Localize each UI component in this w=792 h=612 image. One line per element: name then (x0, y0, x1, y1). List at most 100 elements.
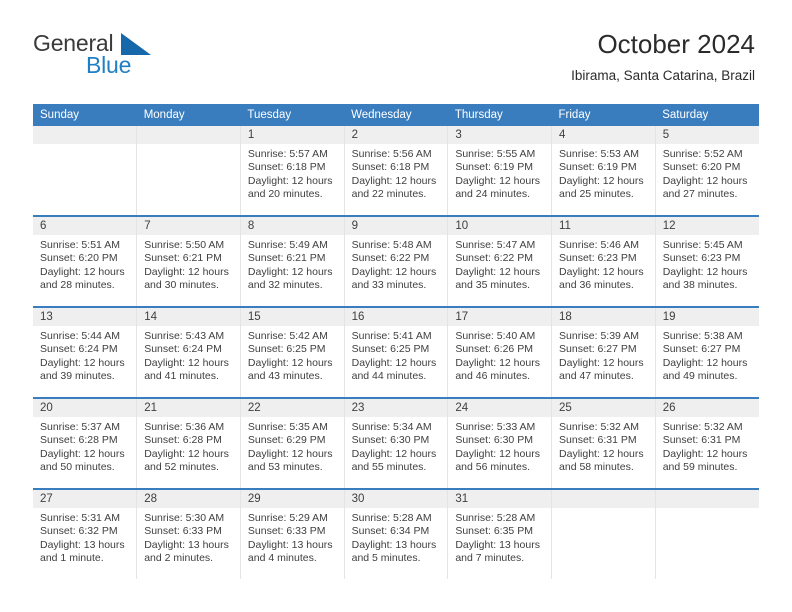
sunset-text: Sunset: 6:31 PM (662, 434, 741, 447)
sunrise-text: Sunrise: 5:51 AM (40, 239, 120, 251)
daylight-text-line1: Daylight: 12 hours (559, 174, 644, 187)
calendar-day-cell[interactable]: 31 Sunrise: 5:28 AM Sunset: 6:35 PM Dayligh… (447, 488, 553, 579)
generalblue-logo[interactable]: General Blue (33, 30, 223, 82)
calendar-week-row: 13 Sunrise: 5:44 AM Sunset: 6:24 PM Dayligh… (33, 306, 759, 398)
sunset-text: Sunset: 6:20 PM (662, 161, 741, 174)
calendar-day-cell[interactable]: 28 Sunrise: 5:30 AM Sunset: 6:33 PM Dayligh… (136, 488, 241, 579)
calendar-day-cell[interactable]: 6 Sunrise: 5:51 AM Sunset: 6:20 PM Daylight… (33, 215, 138, 307)
day-info (137, 144, 240, 215)
calendar-week-row: 6 Sunrise: 5:51 AM Sunset: 6:20 PM Daylight… (33, 215, 759, 307)
calendar-day-cell[interactable]: 1 Sunrise: 5:57 AM Sunset: 6:18 PM Daylight… (240, 126, 345, 216)
day-info: Sunrise: 5:57 AM Sunset: 6:18 PM Daylight:… (241, 144, 344, 215)
calendar-day-cell[interactable]: 2 Sunrise: 5:56 AM Sunset: 6:18 PM Daylight… (344, 126, 449, 216)
sunrise-text: Sunrise: 5:32 AM (559, 421, 639, 433)
sunset-text: Sunset: 6:28 PM (40, 434, 118, 447)
sunrise-text: Sunrise: 5:52 AM (662, 148, 743, 160)
daylight-text-line1: Daylight: 12 hours (351, 265, 437, 278)
sunset-text: Sunset: 6:27 PM (559, 343, 637, 356)
sunset-text: Sunset: 6:32 PM (40, 525, 118, 538)
weekday-header-wednesday: Wednesday (344, 104, 448, 126)
calendar-day-cell[interactable]: 16 Sunrise: 5:41 AM Sunset: 6:25 PM Dayligh… (344, 306, 449, 398)
calendar-day-cell[interactable]: 20 Sunrise: 5:37 AM Sunset: 6:28 PM Dayligh… (33, 397, 138, 489)
sunset-text: Sunset: 6:24 PM (40, 343, 118, 356)
day-number (655, 490, 759, 508)
sunset-text: Sunset: 6:25 PM (351, 343, 430, 356)
daylight-text-line1: Daylight: 13 hours (351, 538, 437, 551)
daylight-text-line2: and 50 minutes. (40, 461, 115, 474)
sunrise-text: Sunrise: 5:44 AM (40, 330, 120, 342)
calendar-day-cell[interactable]: 13 Sunrise: 5:44 AM Sunset: 6:24 PM Dayligh… (33, 306, 138, 398)
calendar-day-cell[interactable]: 29 Sunrise: 5:29 AM Sunset: 6:33 PM Dayligh… (240, 488, 345, 579)
day-number: 11 (552, 217, 655, 235)
sunrise-text: Sunrise: 5:36 AM (144, 421, 225, 433)
sunrise-text: Sunrise: 5:49 AM (247, 239, 328, 251)
sunrise-text: Sunrise: 5:48 AM (351, 239, 432, 251)
daylight-text-line1: Daylight: 12 hours (40, 265, 125, 278)
weekday-header-sunday: Sunday (33, 104, 137, 126)
calendar-day-cell[interactable]: 15 Sunrise: 5:42 AM Sunset: 6:25 PM Dayligh… (240, 306, 345, 398)
calendar-day-cell[interactable]: 25 Sunrise: 5:32 AM Sunset: 6:31 PM Dayligh… (551, 397, 656, 489)
calendar-day-cell[interactable]: 19 Sunrise: 5:38 AM Sunset: 6:27 PM Dayligh… (655, 306, 759, 398)
title-block: October 2024 Ibirama, Santa Catarina, Br… (571, 28, 755, 86)
page-header: General Blue October 2024 Ibirama, Santa… (0, 0, 792, 104)
calendar-day-cell[interactable]: 30 Sunrise: 5:28 AM Sunset: 6:34 PM Dayligh… (344, 488, 449, 579)
calendar-day-cell[interactable]: 11 Sunrise: 5:46 AM Sunset: 6:23 PM Dayligh… (551, 215, 656, 307)
calendar-day-cell[interactable]: 8 Sunrise: 5:49 AM Sunset: 6:21 PM Daylight… (240, 215, 345, 307)
daylight-text-line1: Daylight: 12 hours (40, 356, 125, 369)
calendar-day-cell[interactable]: 10 Sunrise: 5:47 AM Sunset: 6:22 PM Dayligh… (447, 215, 553, 307)
calendar-day-cell[interactable]: 27 Sunrise: 5:31 AM Sunset: 6:32 PM Dayligh… (33, 488, 138, 579)
sunrise-text: Sunrise: 5:33 AM (455, 421, 536, 433)
daylight-text-line1: Daylight: 12 hours (144, 265, 229, 278)
sunrise-text: Sunrise: 5:31 AM (40, 512, 120, 524)
calendar-day-cell[interactable]: 5 Sunrise: 5:52 AM Sunset: 6:20 PM Daylight… (655, 126, 759, 216)
daylight-text-line2: and 25 minutes. (559, 188, 634, 201)
calendar-day-cell[interactable]: 18 Sunrise: 5:39 AM Sunset: 6:27 PM Dayligh… (551, 306, 656, 398)
day-number: 10 (448, 217, 552, 235)
day-info (552, 508, 655, 579)
calendar-day-cell[interactable]: 4 Sunrise: 5:53 AM Sunset: 6:19 PM Daylight… (551, 126, 656, 216)
sunrise-text: Sunrise: 5:35 AM (247, 421, 328, 433)
daylight-text-line2: and 27 minutes. (662, 188, 738, 201)
day-info: Sunrise: 5:41 AM Sunset: 6:25 PM Daylight:… (345, 326, 448, 397)
calendar-day-cell[interactable]: 3 Sunrise: 5:55 AM Sunset: 6:19 PM Daylight… (447, 126, 553, 216)
day-info: Sunrise: 5:49 AM Sunset: 6:21 PM Daylight:… (241, 235, 344, 306)
calendar-day-cell[interactable]: 12 Sunrise: 5:45 AM Sunset: 6:23 PM Dayligh… (655, 215, 759, 307)
daylight-text-line2: and 46 minutes. (455, 370, 531, 383)
sunrise-text: Sunrise: 5:37 AM (40, 421, 120, 433)
day-info: Sunrise: 5:52 AM Sunset: 6:20 PM Daylight:… (656, 144, 759, 215)
day-number: 26 (655, 399, 759, 417)
day-number: 17 (448, 308, 552, 326)
daylight-text-line1: Daylight: 13 hours (144, 538, 229, 551)
calendar-day-cell[interactable]: 23 Sunrise: 5:34 AM Sunset: 6:30 PM Dayligh… (344, 397, 449, 489)
day-number: 22 (240, 399, 344, 417)
daylight-text-line2: and 22 minutes. (351, 188, 427, 201)
daylight-text-line2: and 52 minutes. (144, 461, 219, 474)
weekday-header-tuesday: Tuesday (240, 104, 345, 126)
daylight-text-line2: and 44 minutes. (351, 370, 427, 383)
daylight-text-line1: Daylight: 12 hours (247, 356, 333, 369)
daylight-text-line1: Daylight: 12 hours (351, 447, 437, 460)
day-info: Sunrise: 5:34 AM Sunset: 6:30 PM Daylight:… (345, 417, 448, 488)
calendar-day-cell[interactable]: 14 Sunrise: 5:43 AM Sunset: 6:24 PM Dayligh… (136, 306, 241, 398)
calendar-day-cell[interactable]: 26 Sunrise: 5:32 AM Sunset: 6:31 PM Dayligh… (655, 397, 759, 489)
day-number: 6 (33, 217, 137, 235)
sunset-text: Sunset: 6:35 PM (455, 525, 533, 538)
page-subtitle: Ibirama, Santa Catarina, Brazil (571, 68, 755, 83)
day-info: Sunrise: 5:31 AM Sunset: 6:32 PM Daylight:… (33, 508, 136, 579)
calendar-day-cell[interactable]: 22 Sunrise: 5:35 AM Sunset: 6:29 PM Dayligh… (240, 397, 345, 489)
daylight-text-line2: and 7 minutes. (455, 552, 525, 565)
calendar-day-cell[interactable]: 9 Sunrise: 5:48 AM Sunset: 6:22 PM Daylight… (344, 215, 449, 307)
daylight-text-line1: Daylight: 12 hours (662, 447, 748, 460)
calendar-day-cell[interactable]: 21 Sunrise: 5:36 AM Sunset: 6:28 PM Dayligh… (136, 397, 241, 489)
day-number: 13 (33, 308, 137, 326)
calendar-day-cell[interactable]: 7 Sunrise: 5:50 AM Sunset: 6:21 PM Daylight… (136, 215, 241, 307)
day-number: 15 (240, 308, 344, 326)
sunset-text: Sunset: 6:19 PM (455, 161, 533, 174)
sunset-text: Sunset: 6:34 PM (351, 525, 430, 538)
sunrise-text: Sunrise: 5:53 AM (559, 148, 639, 160)
daylight-text-line2: and 56 minutes. (455, 461, 531, 474)
calendar-day-cell[interactable]: 17 Sunrise: 5:40 AM Sunset: 6:26 PM Dayligh… (447, 306, 553, 398)
calendar-day-cell[interactable]: 24 Sunrise: 5:33 AM Sunset: 6:30 PM Dayligh… (447, 397, 553, 489)
daylight-text-line1: Daylight: 12 hours (559, 447, 644, 460)
day-number: 27 (33, 490, 137, 508)
